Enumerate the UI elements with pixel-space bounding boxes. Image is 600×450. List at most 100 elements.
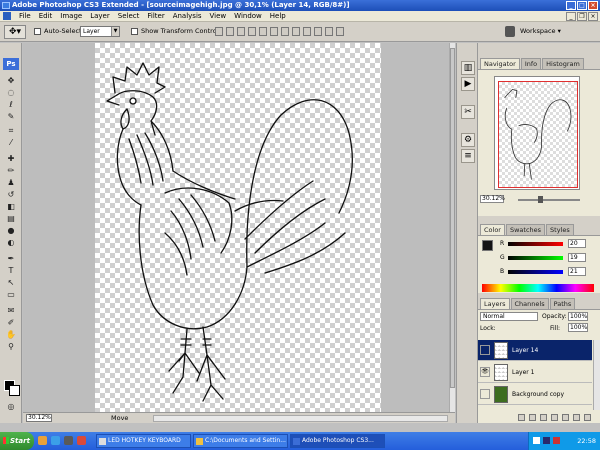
doc-minimize-button[interactable]: _ [566, 12, 576, 21]
distribute-vcenter-icon[interactable] [292, 27, 300, 36]
menu-layer[interactable]: Layer [90, 12, 110, 20]
workspace-menu[interactable]: Workspace ▾ [520, 27, 561, 35]
layer-row-layer14[interactable]: Layer 14 [478, 340, 592, 361]
tab-info[interactable]: Info [520, 58, 542, 69]
layer-row-background-copy[interactable]: Background copy [478, 384, 592, 405]
canvas-vertical-scroll-thumb[interactable] [450, 48, 455, 388]
healing-brush-tool-icon[interactable]: ✚ [5, 153, 17, 164]
marquee-tool-icon[interactable]: ◌ [5, 87, 17, 98]
path-selection-tool-icon[interactable]: ↖ [5, 277, 17, 288]
start-button[interactable]: Start [0, 432, 34, 450]
visibility-toggle[interactable] [480, 389, 490, 399]
color-foreground-swatch[interactable] [482, 240, 493, 251]
document-canvas[interactable] [95, 43, 381, 412]
canvas-vertical-scrollbar[interactable] [449, 43, 455, 412]
menu-filter[interactable]: Filter [147, 12, 164, 20]
blend-mode-dropdown[interactable]: Normal [480, 312, 538, 321]
green-value-field[interactable]: 19 [568, 253, 586, 262]
brush-tool-icon[interactable]: ✏ [5, 165, 17, 176]
notes-tool-icon[interactable]: ✉ [5, 305, 17, 316]
tab-navigator[interactable]: Navigator [480, 58, 520, 69]
align-right-icon[interactable] [270, 27, 278, 36]
eyedropper-3d-tool-icon[interactable]: ✐ [5, 317, 17, 328]
bridge-icon[interactable] [505, 26, 515, 37]
align-vcenter-icon[interactable] [226, 27, 234, 36]
navigator-zoom-knob[interactable] [538, 196, 543, 203]
layer-style-icon[interactable] [529, 413, 536, 421]
clone-stamp-tool-icon[interactable]: ♟ [5, 177, 17, 188]
color-spectrum-ramp[interactable] [482, 284, 594, 292]
distribute-bottom-icon[interactable] [303, 27, 311, 36]
show-transform-checkbox[interactable] [131, 28, 138, 35]
history-brush-tool-icon[interactable]: ↺ [5, 189, 17, 200]
distribute-top-icon[interactable] [281, 27, 289, 36]
eyedropper-tool-icon[interactable]: ⁄ [5, 137, 17, 148]
zoom-tool-icon[interactable]: ⚲ [5, 341, 17, 352]
new-group-icon[interactable] [562, 413, 569, 421]
visibility-eye-icon[interactable]: 👁 [480, 367, 490, 377]
doc-close-button[interactable]: × [588, 12, 598, 21]
layer-mask-icon[interactable] [540, 413, 547, 421]
menu-select[interactable]: Select [118, 12, 140, 20]
tab-swatches[interactable]: Swatches [505, 224, 546, 235]
actions-panel-icon[interactable]: ▶ [461, 77, 475, 91]
quick-selection-tool-icon[interactable]: ✎ [5, 111, 17, 122]
navigator-view-box[interactable] [498, 81, 578, 188]
green-slider[interactable] [508, 256, 563, 260]
align-bottom-icon[interactable] [237, 27, 245, 36]
task-photoshop[interactable]: Adobe Photoshop CS3... [290, 434, 385, 448]
history-panel-icon[interactable]: ▥ [461, 61, 475, 75]
menu-analysis[interactable]: Analysis [173, 12, 202, 20]
align-top-icon[interactable] [215, 27, 223, 36]
shape-tool-icon[interactable]: ▭ [5, 289, 17, 300]
lasso-tool-icon[interactable]: ℓ [5, 99, 17, 110]
minimize-button[interactable]: _ [566, 1, 576, 10]
menu-file[interactable]: File [19, 12, 31, 20]
quicklaunch-app-icon[interactable] [77, 436, 86, 445]
move-tool-preset-icon[interactable]: ✥▾ [4, 25, 26, 39]
dodge-tool-icon[interactable]: ◐ [5, 237, 17, 248]
navigator-thumbnail[interactable] [494, 76, 580, 190]
tab-styles[interactable]: Styles [546, 224, 574, 235]
quicklaunch-media-icon[interactable] [64, 436, 73, 445]
navigator-zoom-slider[interactable] [518, 196, 580, 203]
background-color-swatch[interactable] [9, 385, 20, 396]
menu-image[interactable]: Image [60, 12, 82, 20]
tab-color[interactable]: Color [480, 224, 505, 235]
tab-histogram[interactable]: Histogram [542, 58, 584, 69]
new-layer-icon[interactable] [573, 413, 580, 421]
trash-icon[interactable] [584, 413, 591, 421]
menu-window[interactable]: Window [234, 12, 262, 20]
eraser-tool-icon[interactable]: ◧ [5, 201, 17, 212]
gradient-tool-icon[interactable]: ▤ [5, 213, 17, 224]
language-icon[interactable] [533, 437, 540, 444]
visibility-toggle[interactable] [480, 345, 490, 355]
brushes-panel-icon[interactable]: ✂ [461, 105, 475, 119]
doc-restore-button[interactable]: ❐ [577, 12, 587, 21]
task-led-hotkey[interactable]: LED HOTKEY KEYBOARD [96, 434, 191, 448]
quicklaunch-folder-icon[interactable] [38, 436, 47, 445]
red-value-field[interactable]: 20 [568, 239, 586, 248]
auto-select-checkbox[interactable] [34, 28, 41, 35]
task-explorer[interactable]: C:\Documents and Settin... [193, 434, 288, 448]
distribute-left-icon[interactable] [314, 27, 322, 36]
pen-tool-icon[interactable]: ✒ [5, 253, 17, 264]
distribute-right-icon[interactable] [336, 27, 344, 36]
align-hcenter-icon[interactable] [259, 27, 267, 36]
menu-help[interactable]: Help [270, 12, 286, 20]
layer-row-layer1[interactable]: 👁 Layer 1 [478, 362, 592, 383]
auto-select-dropdown[interactable]: Layer ▼ [80, 26, 120, 37]
move-tool-icon[interactable]: ✥ [5, 75, 17, 86]
opacity-field[interactable]: 100% [568, 312, 588, 321]
tab-paths[interactable]: Paths [549, 298, 576, 309]
close-button[interactable]: × [588, 1, 598, 10]
tray-security-icon[interactable] [553, 437, 560, 444]
canvas-horizontal-scrollbar[interactable] [153, 415, 448, 422]
tray-app-icon[interactable] [543, 437, 550, 444]
clone-source-icon[interactable]: ≡ [461, 149, 475, 163]
blue-value-field[interactable]: 21 [568, 267, 586, 276]
navigator-zoom-field[interactable]: 30.12% [480, 195, 505, 203]
adjustment-layer-icon[interactable] [551, 413, 558, 421]
link-layers-icon[interactable] [518, 413, 525, 421]
crop-tool-icon[interactable]: ⌗ [5, 125, 17, 136]
